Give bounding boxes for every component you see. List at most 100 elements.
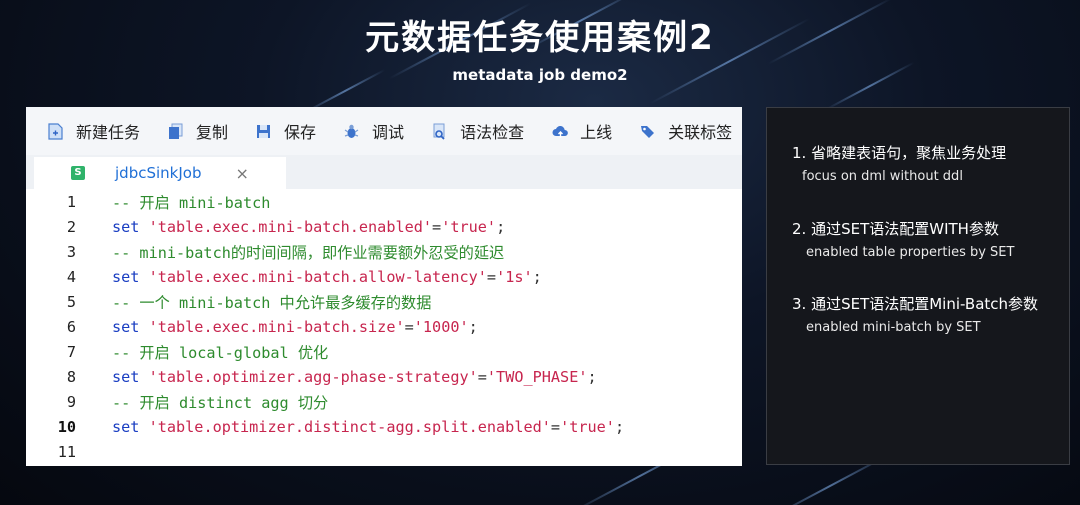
go-online-label: 上线 (580, 123, 613, 142)
tab-jdbcsinkjob[interactable]: S jdbcSinkJob × (34, 157, 286, 189)
info-subtext: enabled mini-batch by SET (806, 320, 981, 335)
code-line[interactable]: 8 set 'table.optimizer.agg-phase-strategy… (26, 364, 742, 389)
save-icon (256, 123, 271, 140)
code-operator: ; (587, 367, 597, 386)
code-text: set 'table.exec.mini-batch.size'='1000'; (112, 318, 478, 336)
info-item-3: 3. 通过SET语法配置Mini-Batch参数 enabled mini-ba… (792, 291, 1052, 335)
code-string: '1s' (496, 267, 533, 286)
code-operator: ; (468, 317, 478, 336)
close-icon[interactable]: × (235, 164, 248, 183)
code-operator: = (486, 267, 497, 286)
code-line[interactable]: 3 -- mini-batch的时间间隔，即作业需要额外忍受的延迟 (26, 239, 742, 264)
save-button[interactable]: 保存 (256, 119, 316, 143)
code-comment: -- 开启 mini-batch (112, 193, 271, 212)
line-number: 7 (66, 342, 76, 361)
save-label: 保存 (284, 123, 317, 142)
tab-label: jdbcSinkJob (115, 164, 202, 182)
code-operator: ; (614, 417, 625, 436)
code-line[interactable]: 5 -- 一个 mini-batch 中允许最多缓存的数据 (26, 289, 742, 314)
line-number: 1 (66, 192, 76, 211)
code-keyword: set (112, 367, 149, 386)
line-number: 6 (66, 317, 76, 336)
code-operator: = (404, 317, 414, 336)
cloud-upload-icon (552, 123, 568, 140)
info-subtext: enabled table properties by SET (806, 245, 1015, 260)
sql-file-icon: S (71, 166, 85, 180)
go-online-button[interactable]: 上线 (552, 119, 612, 143)
info-item-1: 1. 省略建表语句，聚焦业务处理 focus on dml without dd… (792, 140, 1052, 184)
link-tags-button[interactable]: 关联标签 (640, 119, 732, 143)
code-text: set 'table.exec.mini-batch.enabled'='tru… (112, 218, 505, 236)
code-line[interactable]: 7 -- 开启 local-global 优化 (26, 339, 742, 364)
code-text: set 'table.optimizer.agg-phase-strategy'… (112, 368, 597, 386)
code-area[interactable]: 1 -- 开启 mini-batch 2 set 'table.exec.mini-b… (26, 189, 742, 466)
tag-icon (640, 123, 655, 140)
info-heading: 3. 通过SET语法配置Mini-Batch参数 (792, 295, 1039, 313)
code-string: 'table.optimizer.agg-phase-strategy' (148, 367, 478, 386)
code-comment: -- 开启 distinct agg 切分 (112, 393, 329, 412)
page-title: 元数据任务使用案例2 (365, 18, 715, 58)
code-text: -- 开启 distinct agg 切分 (112, 391, 328, 413)
code-text: set 'table.exec.mini-batch.allow-latency… (112, 268, 542, 286)
sql-editor-panel: 新建任务 复制 保存 调试 语法检查 上线 关联标签 S jdbcSinkJob… (26, 107, 742, 466)
syntax-check-button[interactable]: 语法检查 (432, 119, 524, 143)
info-panel: 1. 省略建表语句，聚焦业务处理 focus on dml without dd… (766, 107, 1070, 465)
new-task-label: 新建任务 (76, 123, 141, 142)
code-line[interactable]: 4 set 'table.exec.mini-batch.allow-latenc… (26, 264, 742, 289)
code-keyword: set (112, 317, 149, 336)
new-file-icon (48, 122, 63, 140)
debug-label: 调试 (372, 123, 405, 142)
line-number: 11 (57, 442, 76, 461)
code-text: -- 一个 mini-batch 中允许最多缓存的数据 (112, 291, 431, 313)
code-string: 'table.optimizer.distinct-agg.split.enab… (148, 417, 551, 436)
debug-button[interactable]: 调试 (344, 119, 404, 143)
code-text: -- 开启 local-global 优化 (112, 341, 328, 363)
code-line[interactable]: 6 set 'table.exec.mini-batch.size'='1000'… (26, 314, 742, 339)
line-number: 4 (66, 267, 76, 286)
line-number: 10 (57, 417, 76, 436)
copy-icon (168, 123, 183, 140)
code-operator: ; (532, 267, 542, 286)
info-heading: 2. 通过SET语法配置WITH参数 (792, 220, 999, 238)
code-line[interactable]: 1 -- 开启 mini-batch (26, 189, 742, 214)
page-subtitle: metadata job demo2 (452, 66, 628, 84)
code-line[interactable]: 11 (26, 439, 742, 464)
code-text: set 'table.optimizer.distinct-agg.split.… (112, 418, 624, 436)
code-string: 'table.exec.mini-batch.allow-latency' (148, 267, 487, 286)
code-string: 'true' (441, 217, 497, 236)
syntax-check-icon (432, 123, 447, 140)
line-number: 3 (66, 242, 76, 261)
editor-toolbar: 新建任务 复制 保存 调试 语法检查 上线 关联标签 (26, 107, 742, 155)
new-task-button[interactable]: 新建任务 (48, 119, 140, 143)
line-number: 5 (66, 292, 76, 311)
code-text: -- 开启 mini-batch (112, 191, 270, 213)
debug-icon (344, 123, 359, 140)
code-string: 'table.exec.mini-batch.size' (148, 317, 405, 336)
code-line[interactable]: 2 set 'table.exec.mini-batch.enabled'='tr… (26, 214, 742, 239)
code-keyword: set (112, 267, 149, 286)
code-line[interactable]: 10 set 'table.optimizer.distinct-agg.spli… (26, 414, 742, 439)
code-comment: -- 一个 mini-batch 中允许最多缓存的数据 (112, 293, 432, 312)
line-number: 8 (66, 367, 76, 386)
code-keyword: set (112, 417, 149, 436)
code-text: -- mini-batch的时间间隔，即作业需要额外忍受的延迟 (112, 241, 504, 263)
copy-button[interactable]: 复制 (168, 119, 228, 143)
line-number: 9 (66, 392, 76, 411)
code-comment: -- 开启 local-global 优化 (112, 343, 329, 362)
code-operator: = (550, 417, 561, 436)
code-string: 'TWO_PHASE' (486, 367, 588, 386)
code-operator: = (432, 217, 442, 236)
info-heading: 1. 省略建表语句，聚焦业务处理 (792, 144, 1007, 162)
code-operator: = (477, 367, 487, 386)
syntax-check-label: 语法检查 (460, 123, 525, 142)
code-operator: ; (496, 217, 506, 236)
code-string: 'table.exec.mini-batch.enabled' (148, 217, 433, 236)
code-line[interactable]: 9 -- 开启 distinct agg 切分 (26, 389, 742, 414)
code-comment: -- mini-batch的时间间隔，即作业需要额外忍受的延迟 (112, 243, 505, 262)
info-subtext: focus on dml without ddl (802, 169, 963, 184)
code-string: '1000' (413, 317, 469, 336)
line-number: 2 (66, 217, 76, 236)
code-keyword: set (112, 217, 149, 236)
editor-tabbar: S jdbcSinkJob × (26, 155, 742, 189)
link-tags-label: 关联标签 (668, 123, 733, 142)
